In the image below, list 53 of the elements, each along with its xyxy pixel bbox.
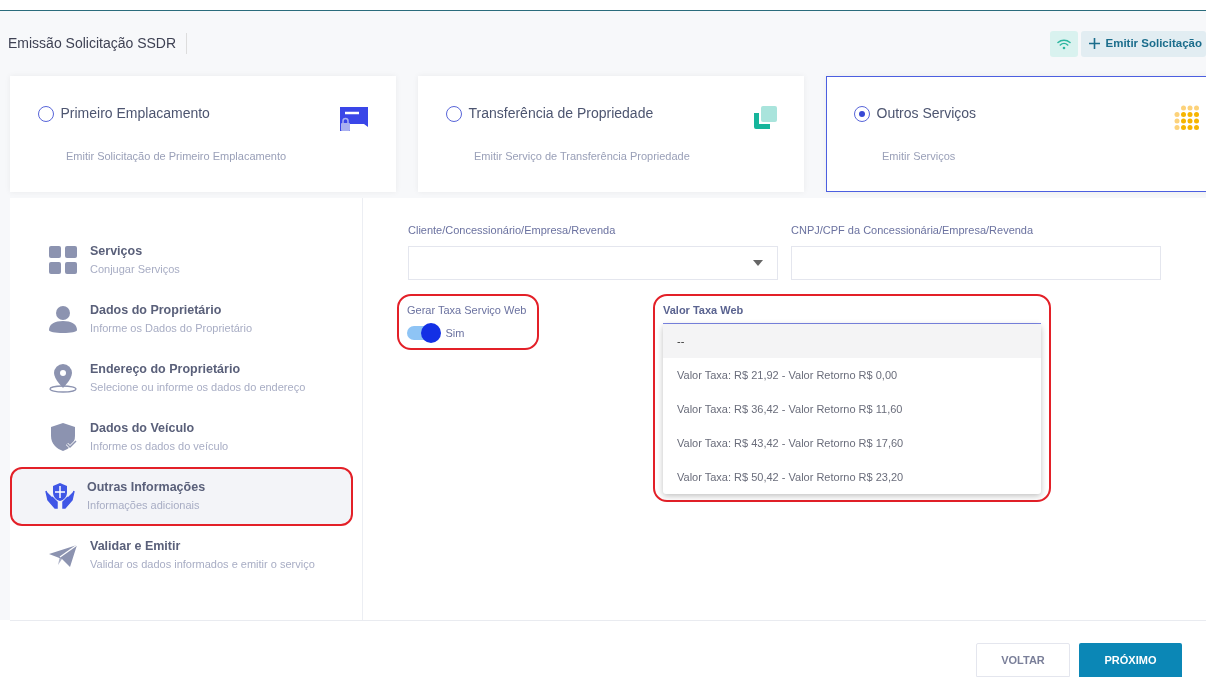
step-title: Dados do Proprietário xyxy=(90,302,223,319)
dropdown-option[interactable]: -- xyxy=(663,324,1041,358)
plus-icon xyxy=(1089,38,1101,49)
option-title: Outros Serviços xyxy=(876,104,977,123)
step-title: Endereço do Proprietário xyxy=(90,361,242,378)
step-title: Outras Informações xyxy=(87,479,206,496)
wizard-step[interactable]: Dados do Proprietário Informe os Dados do Proprietário xyxy=(28,290,350,349)
map-pin-icon xyxy=(48,363,78,394)
card-lock-icon xyxy=(338,105,370,133)
next-button[interactable]: PRÓXIMO xyxy=(1079,643,1182,677)
grid-icon xyxy=(48,245,78,276)
cnpj-input-field[interactable] xyxy=(791,245,1161,280)
dropdown-option[interactable]: Valor Taxa: R$ 21,92 - Valor Retorno R$ 0,00 xyxy=(663,358,1041,392)
step-subtitle: Conjugar Serviços xyxy=(90,261,180,277)
step-subtitle: Informe os Dados do Proprietário xyxy=(90,320,253,336)
wizard-step[interactable]: Dados do Veículo Informe os dados do veículo xyxy=(28,408,350,467)
person-icon xyxy=(48,304,78,335)
option-title: Transferência de Propriedade xyxy=(468,104,654,123)
hands-shield-icon xyxy=(45,481,75,512)
step-title: Validar e Emitir xyxy=(90,538,182,555)
wizard-step[interactable]: Validar e Emitir Validar os dados informados e emitir o serviço xyxy=(28,526,350,585)
emit-request-button[interactable]: Emitir Solicitação xyxy=(1081,30,1206,57)
dropdown-option[interactable]: Valor Taxa: R$ 43,42 - Valor Retorno R$ 17,60 xyxy=(663,426,1041,460)
option-subtitle: Emitir Solicitação de Primeiro Emplacamento xyxy=(66,149,288,164)
wizard-step[interactable]: Serviços Conjugar Serviços xyxy=(28,231,350,290)
wifi-icon xyxy=(1057,37,1072,50)
wizard-step[interactable]: Outras Informações Informações adicionais xyxy=(10,467,353,526)
copy-squares-icon xyxy=(752,105,778,131)
field-label: Gerar Taxa Serviço Web xyxy=(407,302,528,318)
step-title: Serviços xyxy=(90,243,144,260)
page-title: Emissão Solicitação SSDR xyxy=(8,33,188,54)
step-subtitle: Informações adicionais xyxy=(87,497,201,513)
back-button[interactable]: VOLTAR xyxy=(976,643,1070,677)
dropdown-option[interactable]: Valor Taxa: R$ 50,42 - Valor Retorno R$ 23,20 xyxy=(663,460,1041,494)
toggle-value: Sim xyxy=(445,326,465,341)
step-subtitle: Informe os dados do veículo xyxy=(90,438,229,454)
option-subtitle: Emitir Serviço de Transferência Propriedade xyxy=(474,149,691,164)
step-subtitle: Validar os dados informados e emitir o serviço xyxy=(90,556,315,572)
toggle-switch[interactable] xyxy=(407,326,439,341)
service-option-card[interactable]: Primeiro Emplacamento Emitir Solicitação de Primeiro Emplacamento xyxy=(10,76,396,192)
service-option-card[interactable]: Transferência de Propriedade Emitir Serviço de Transferência Propriedade xyxy=(418,76,804,192)
service-option-card[interactable]: Outros Serviços Emitir Serviços xyxy=(826,76,1206,192)
option-subtitle: Emitir Serviços xyxy=(882,149,957,164)
step-title: Dados do Veículo xyxy=(90,420,196,437)
shield-check-icon xyxy=(48,422,78,453)
dropdown-option[interactable]: Valor Taxa: R$ 36,42 - Valor Retorno R$ 11,60 xyxy=(663,392,1041,426)
dot-grid-icon xyxy=(1174,105,1200,131)
wizard-step[interactable]: Endereço do Proprietário Selecione ou informe os dados do endereço xyxy=(28,349,350,408)
caret-icon xyxy=(753,259,763,266)
field-label: CNPJ/CPF da Concessionária/Empresa/Revenda xyxy=(791,223,1035,238)
step-subtitle: Selecione ou informe os dados do endereço xyxy=(90,379,306,395)
option-title: Primeiro Emplacamento xyxy=(60,104,210,123)
field-label: Cliente/Concessionário/Empresa/Revenda xyxy=(408,223,617,238)
